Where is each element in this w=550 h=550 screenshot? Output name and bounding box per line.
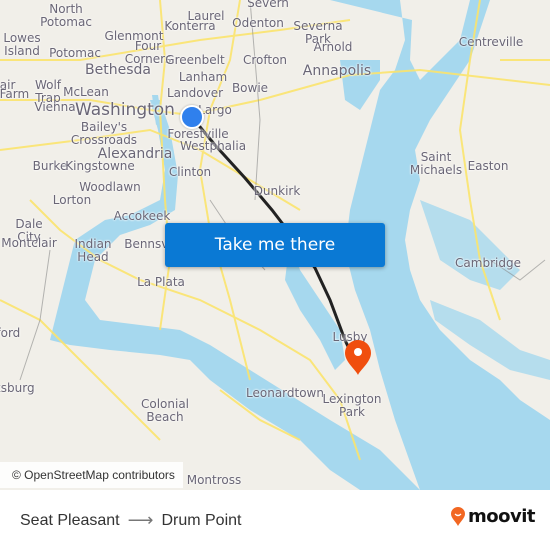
map-label: Konterra: [164, 19, 216, 33]
map-attribution[interactable]: © OpenStreetMap contributors: [0, 462, 183, 488]
map-label: Colonial Beach: [140, 397, 190, 424]
destination-name: Drum Point: [161, 511, 242, 529]
map[interactable]: North Potomac Laurel Konterra Odenton Severn…: [0, 0, 550, 490]
moovit-logo[interactable]: moovit: [450, 506, 536, 527]
map-label: Clinton: [168, 165, 212, 179]
map-label: Franklin Farm: [0, 87, 30, 101]
map-label: Lanham: [178, 70, 228, 84]
map-label: Easton: [467, 159, 509, 173]
map-label: Kingstowne: [65, 159, 135, 173]
map-label: Bethesda: [85, 62, 151, 78]
map-label: Montclair: [1, 236, 57, 250]
map-label: Indian Head: [74, 237, 112, 264]
map-pin-icon: [345, 340, 371, 375]
map-label: Severn: [247, 0, 289, 10]
map-label: Cambridge: [455, 256, 521, 270]
map-label: Vienna: [34, 100, 76, 114]
map-label: Stafford: [0, 326, 21, 340]
map-label: Montross: [186, 473, 242, 487]
map-label: Washington: [75, 100, 175, 120]
origin-name: Seat Pleasant: [20, 511, 120, 529]
map-label: Lowes Island: [3, 31, 41, 58]
map-label: La Plata: [137, 275, 185, 289]
map-label: Lexington Park: [322, 392, 382, 419]
destination-pin[interactable]: [343, 340, 373, 380]
map-label: Burke: [32, 159, 68, 173]
map-label: Leonardtown: [246, 386, 324, 400]
map-label: Accokeek: [113, 209, 171, 223]
arrow-right-icon: ⟶: [127, 510, 154, 530]
moovit-pin-icon: [451, 506, 465, 526]
map-label: Centreville: [458, 35, 524, 49]
map-label: Annapolis: [302, 63, 372, 79]
map-label: McLean: [63, 85, 109, 99]
origin-marker[interactable]: [180, 105, 204, 129]
route-title: Seat Pleasant ⟶ Drum Point: [20, 510, 241, 531]
map-label: Dunkirk: [253, 184, 301, 198]
map-label: Landover: [166, 86, 224, 100]
map-label: Odenton: [232, 16, 284, 30]
map-label: North Potomac: [40, 2, 92, 29]
map-label: Fredericksburg: [0, 381, 35, 395]
map-label: Arnold: [313, 40, 353, 54]
map-label: Potomac: [49, 46, 101, 60]
map-label: Bowie: [231, 81, 269, 95]
map-label: Greenbelt: [165, 53, 225, 67]
map-label: Westphalia: [179, 139, 247, 153]
brand-name: moovit: [468, 506, 536, 527]
map-label: Saint Michaels: [409, 150, 463, 177]
take-me-there-button[interactable]: Take me there: [165, 223, 385, 267]
eastern-shore-inlets: [420, 200, 520, 290]
map-label: Crofton: [242, 53, 288, 67]
map-label: Bailey's Crossroads: [70, 120, 138, 147]
map-label: Lorton: [52, 193, 92, 207]
